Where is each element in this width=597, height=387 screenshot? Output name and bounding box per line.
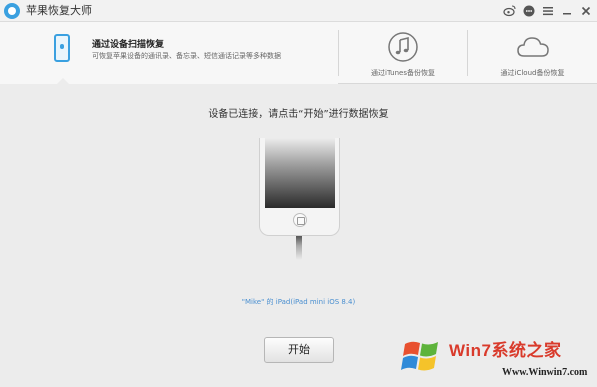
chat-icon[interactable] [522,4,536,18]
watermark: Win7系统之家 Www.Winwin7.com [397,330,597,387]
tab-device-scan-title: 通过设备扫描恢复 [92,40,165,50]
title-bar: 苹果恢复大师 [0,0,597,22]
home-button-icon [293,213,307,227]
connect-instruction: 设备已连接，请点击“开始”进行数据恢复 [208,109,389,120]
tab-device-scan[interactable]: 通过设备扫描恢复 可恢复苹果设备的通讯录、备忘录、短信通话记录等多种数据 [0,22,338,85]
watermark-url: Www.Winwin7.com [502,367,588,378]
music-note-icon [387,31,419,67]
tab-device-scan-desc: 可恢复苹果设备的通讯录、备忘录、短信通话记录等多种数据 [92,52,281,60]
connected-device-name: "Mike" 的 iPad(iPad mini iOS 8.4) [241,298,356,306]
start-button[interactable]: 开始 [264,337,334,363]
app-logo-icon [4,3,20,19]
iphone-icon [54,34,70,62]
usb-cable-icon [296,236,302,260]
minimize-icon[interactable] [560,4,574,18]
watermark-title: Win7系统之家 [449,341,562,360]
tab-icloud-backup[interactable]: 通过iCloud备份恢复 [468,22,597,84]
tab-itunes-backup-label: 通过iTunes备份恢复 [371,69,435,77]
tab-icloud-backup-label: 通过iCloud备份恢复 [500,69,565,77]
device-illustration [259,138,340,236]
mode-tab-bar: 通过设备扫描恢复 可恢复苹果设备的通讯录、备忘录、短信通话记录等多种数据 通过i… [0,22,597,85]
cloud-icon [515,31,551,67]
windows-logo-icon [401,341,438,371]
app-title: 苹果恢复大师 [26,4,92,17]
menu-icon[interactable] [541,4,555,18]
close-icon[interactable] [579,4,593,18]
tab-itunes-backup[interactable]: 通过iTunes备份恢复 [339,22,467,84]
weibo-icon[interactable] [503,4,517,18]
window-controls [503,3,593,19]
device-screen [265,138,335,208]
